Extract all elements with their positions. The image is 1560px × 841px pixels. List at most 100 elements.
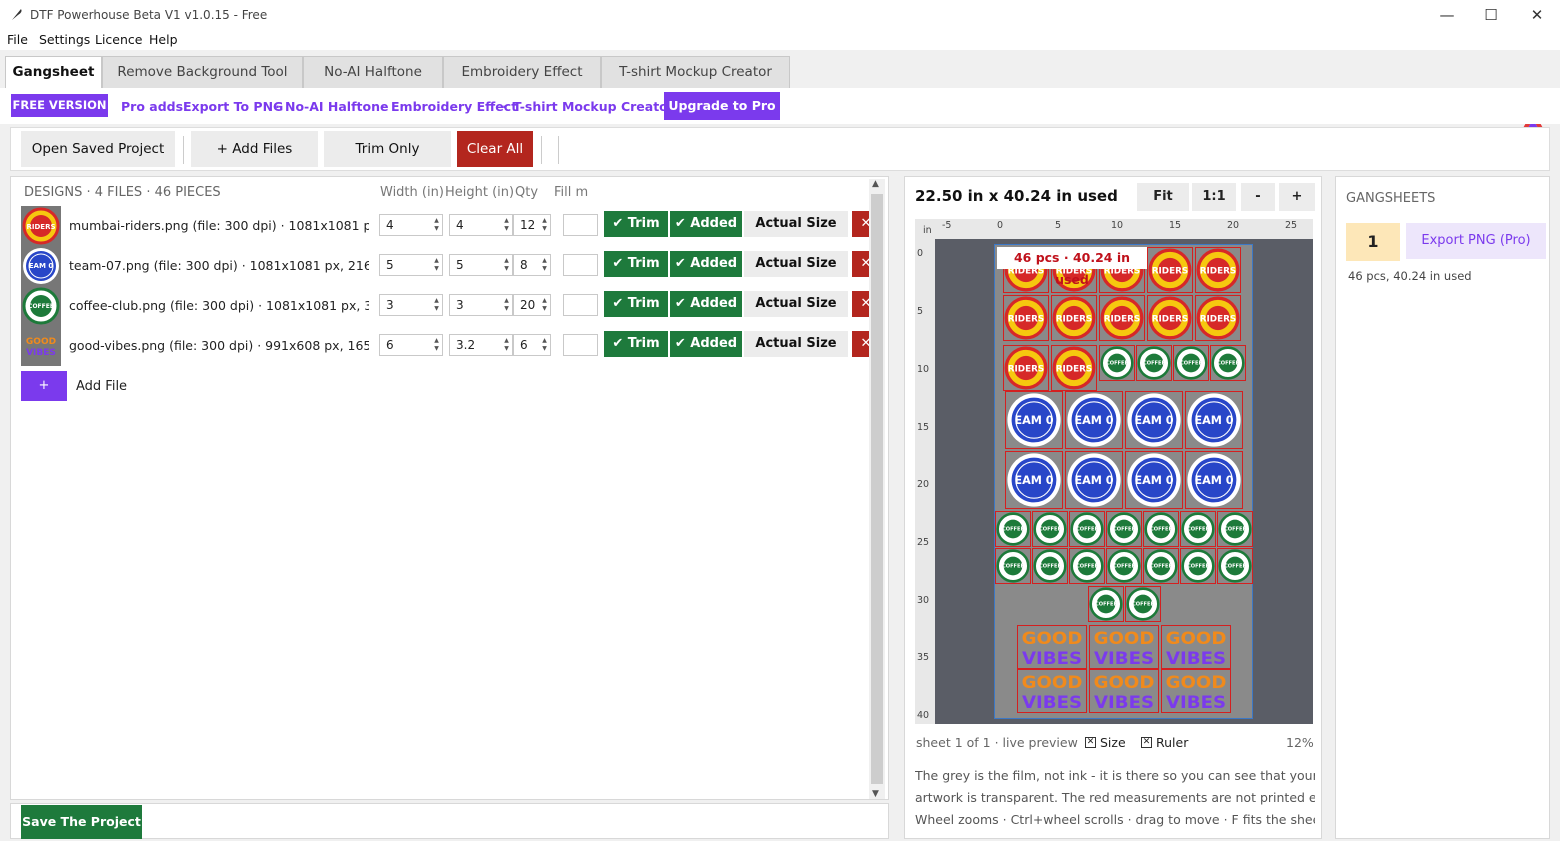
placed-coffee[interactable]: COFFEE (995, 548, 1031, 584)
placed-team[interactable]: EAM 0 (1065, 451, 1123, 509)
minimize-button[interactable]: — (1432, 4, 1462, 26)
actual-size-button[interactable]: Actual Size (744, 251, 848, 277)
stepper-arrows-icon[interactable]: ▲ ▼ (433, 217, 440, 233)
trim-only-button[interactable]: Trim Only (324, 131, 451, 167)
width-input[interactable]: 6 ▲ ▼ (379, 334, 443, 356)
placed-coffee[interactable]: COFFEE (1217, 548, 1253, 584)
designs-scrollbar[interactable]: ▲ ▼ (869, 179, 885, 799)
clear-all-button[interactable]: Clear All (457, 131, 533, 167)
fill-input[interactable] (563, 214, 598, 236)
tab-tshirt-mockup[interactable]: T-shirt Mockup Creator (601, 56, 790, 88)
stepper-arrows-icon[interactable]: ▲ ▼ (433, 337, 440, 353)
ruler-checkbox-label[interactable]: Ruler (1156, 735, 1188, 750)
trim-button[interactable]: ✔ Trim (604, 211, 668, 237)
width-input[interactable]: 4 ▲ ▼ (379, 214, 443, 236)
tab-gangsheet[interactable]: Gangsheet (5, 56, 102, 89)
stepper-arrows-icon[interactable]: ▲ ▼ (541, 257, 548, 273)
size-checkbox[interactable]: ✕ (1085, 737, 1096, 748)
stepper-arrows-icon[interactable]: ▲ ▼ (541, 297, 548, 313)
placed-team[interactable]: EAM 0 (1185, 451, 1243, 509)
one-to-one-button[interactable]: 1:1 (1192, 183, 1236, 211)
placed-team[interactable]: EAM 0 (1065, 391, 1123, 449)
add-file-button[interactable]: + (21, 371, 67, 401)
placed-coffee[interactable]: COFFEE (1173, 345, 1209, 381)
trim-button[interactable]: ✔ Trim (604, 331, 668, 357)
placed-team[interactable]: EAM 0 (1125, 451, 1183, 509)
qty-input[interactable]: 8 ▲ ▼ (513, 254, 551, 276)
menu-settings[interactable]: Settings (39, 32, 90, 47)
stepper-arrows-icon[interactable]: ▲ ▼ (503, 217, 510, 233)
zoom-in-button[interactable]: + (1279, 183, 1315, 211)
height-input[interactable]: 3.2 ▲ ▼ (449, 334, 513, 356)
menu-licence[interactable]: Licence (95, 32, 143, 47)
width-input[interactable]: 5 ▲ ▼ (379, 254, 443, 276)
trim-button[interactable]: ✔ Trim (604, 251, 668, 277)
menu-file[interactable]: File (7, 32, 28, 47)
scrollbar-thumb[interactable] (871, 194, 883, 784)
stepper-arrows-icon[interactable]: ▲ ▼ (503, 297, 510, 313)
upgrade-to-pro-button[interactable]: Upgrade to Pro (664, 92, 780, 120)
added-button[interactable]: ✔ Added (670, 251, 742, 277)
actual-size-button[interactable]: Actual Size (744, 331, 848, 357)
stepper-arrows-icon[interactable]: ▲ ▼ (503, 257, 510, 273)
width-input[interactable]: 3 ▲ ▼ (379, 294, 443, 316)
placed-coffee[interactable]: COFFEE (1099, 345, 1135, 381)
stepper-arrows-icon[interactable]: ▲ ▼ (541, 217, 548, 233)
fill-input[interactable] (563, 254, 598, 276)
stepper-arrows-icon[interactable]: ▲ ▼ (541, 337, 548, 353)
placed-coffee[interactable]: COFFEE (1106, 548, 1142, 584)
placed-coffee[interactable]: COFFEE (1143, 548, 1179, 584)
save-project-button[interactable]: Save The Project (21, 805, 142, 839)
placed-riders[interactable]: RIDERS (1195, 247, 1241, 293)
size-checkbox-label[interactable]: Size (1100, 735, 1126, 750)
placed-coffee[interactable]: COFFEE (1088, 586, 1124, 622)
fill-input[interactable] (563, 294, 598, 316)
placed-coffee[interactable]: COFFEE (1210, 345, 1246, 381)
menu-help[interactable]: Help (149, 32, 178, 47)
tab-no-ai-halftone[interactable]: No-AI Halftone (303, 56, 443, 88)
stepper-arrows-icon[interactable]: ▲ ▼ (433, 297, 440, 313)
placed-riders[interactable]: RIDERS (1003, 345, 1049, 391)
actual-size-button[interactable]: Actual Size (744, 291, 848, 317)
placed-coffee[interactable]: COFFEE (1069, 548, 1105, 584)
open-saved-project-button[interactable]: Open Saved Project (21, 131, 175, 167)
scroll-down-icon[interactable]: ▼ (872, 789, 879, 799)
placed-coffee[interactable]: COFFEE (1180, 548, 1216, 584)
scroll-up-icon[interactable]: ▲ (872, 179, 879, 189)
export-png-button[interactable]: Export PNG (Pro) (1406, 223, 1546, 259)
placed-coffee[interactable]: COFFEE (1143, 511, 1179, 547)
placed-vibes[interactable]: GOOD VIBES (1017, 625, 1087, 669)
ruler-checkbox[interactable]: ✕ (1141, 737, 1152, 748)
placed-riders[interactable]: RIDERS (1147, 247, 1193, 293)
placed-coffee[interactable]: COFFEE (1136, 345, 1172, 381)
placed-coffee[interactable]: COFFEE (1032, 548, 1068, 584)
qty-input[interactable]: 12 ▲ ▼ (513, 214, 551, 236)
placed-coffee[interactable]: COFFEE (995, 511, 1031, 547)
placed-coffee[interactable]: COFFEE (1180, 511, 1216, 547)
height-input[interactable]: 4 ▲ ▼ (449, 214, 513, 236)
placed-riders[interactable]: RIDERS (1003, 295, 1049, 341)
placed-vibes[interactable]: GOOD VIBES (1089, 669, 1159, 713)
stepper-arrows-icon[interactable]: ▲ ▼ (433, 257, 440, 273)
add-file-label[interactable]: Add File (76, 379, 127, 394)
placed-vibes[interactable]: GOOD VIBES (1017, 669, 1087, 713)
placed-vibes[interactable]: GOOD VIBES (1161, 669, 1231, 713)
height-input[interactable]: 5 ▲ ▼ (449, 254, 513, 276)
zoom-out-button[interactable]: - (1241, 183, 1275, 211)
qty-input[interactable]: 6 ▲ ▼ (513, 334, 551, 356)
fill-input[interactable] (563, 334, 598, 356)
placed-riders[interactable]: RIDERS (1051, 295, 1097, 341)
tab-remove-background[interactable]: Remove Background Tool (102, 56, 303, 88)
placed-team[interactable]: EAM 0 (1005, 391, 1063, 449)
placed-coffee[interactable]: COFFEE (1217, 511, 1253, 547)
tab-embroidery-effect[interactable]: Embroidery Effect (443, 56, 601, 88)
close-window-button[interactable]: ✕ (1522, 4, 1552, 26)
placed-vibes[interactable]: GOOD VIBES (1161, 625, 1231, 669)
gangsheet-number[interactable]: 1 (1346, 223, 1400, 261)
added-button[interactable]: ✔ Added (670, 291, 742, 317)
placed-riders[interactable]: RIDERS (1147, 295, 1193, 341)
height-input[interactable]: 3 ▲ ▼ (449, 294, 513, 316)
placed-coffee[interactable]: COFFEE (1106, 511, 1142, 547)
placed-team[interactable]: EAM 0 (1185, 391, 1243, 449)
placed-vibes[interactable]: GOOD VIBES (1089, 625, 1159, 669)
